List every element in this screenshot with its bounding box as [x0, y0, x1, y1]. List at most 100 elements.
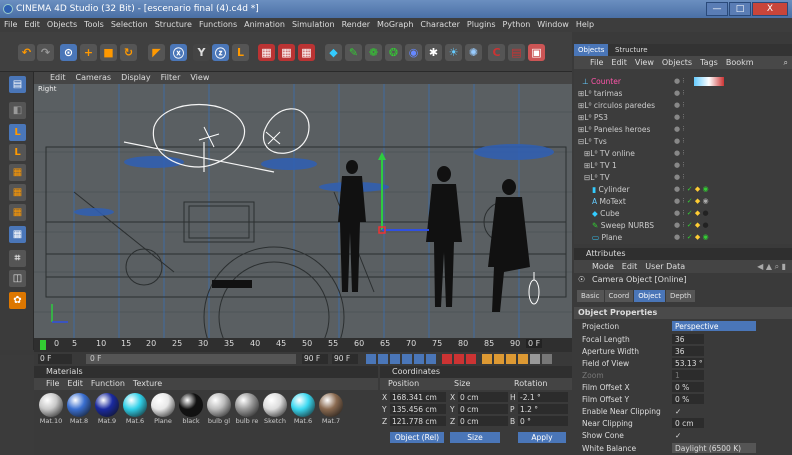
environment-icon[interactable]: ✱	[425, 44, 442, 61]
size-y-field[interactable]: 0 cm	[458, 404, 508, 414]
material-swatch[interactable]: Mat.6	[122, 393, 148, 427]
size-mode-dropdown[interactable]: Size	[450, 432, 500, 443]
aperture-width-field[interactable]: 36	[672, 346, 704, 356]
tab-coord[interactable]: Coord	[604, 290, 634, 302]
end-frame-field[interactable]: 90 F	[302, 354, 328, 364]
attributes-menu-user-data[interactable]: User Data	[645, 260, 685, 273]
light-icon[interactable]: ✺	[465, 44, 482, 61]
nurbs-icon[interactable]: ❁	[365, 44, 382, 61]
objects-menu-view[interactable]: View	[635, 56, 654, 69]
apply-button[interactable]: Apply	[518, 432, 566, 443]
record-icon[interactable]	[442, 354, 452, 364]
undo-icon[interactable]: ↶	[18, 44, 35, 61]
visibility-dots[interactable]: ● ⁝ ✓ ◆ ●	[674, 208, 709, 219]
material-swatch[interactable]: Mat.9	[94, 393, 120, 427]
object-row[interactable]: ▭ Plane ● ⁝ ✓ ◆ ◉	[574, 232, 792, 243]
object-row[interactable]: ▮ Cylinder ● ⁝ ✓ ◆ ◉	[574, 184, 792, 195]
object-axis-icon[interactable]: L	[9, 124, 26, 141]
snap-icon[interactable]: ⌗	[9, 250, 26, 267]
white-balance-dropdown[interactable]: Daylight (6500 K)	[672, 443, 756, 453]
menu-selection[interactable]: Selection	[111, 18, 148, 32]
objects-menu-tags[interactable]: Tags	[700, 56, 718, 69]
menu-plugins[interactable]: Plugins	[467, 18, 496, 32]
keyframe-selection-icon[interactable]	[466, 354, 476, 364]
material-swatch[interactable]: bulb gl	[206, 393, 232, 427]
material-swatch[interactable]: black	[178, 393, 204, 427]
go-to-end-icon[interactable]	[426, 354, 436, 364]
menu-character[interactable]: Character	[420, 18, 460, 32]
material-swatch[interactable]: Plane	[150, 393, 176, 427]
scale-icon[interactable]: ■	[100, 44, 117, 61]
make-editable-icon[interactable]: ▤	[9, 76, 26, 93]
position-key-icon[interactable]	[482, 354, 492, 364]
texture-mode-icon[interactable]: L	[9, 144, 26, 161]
rotate-icon[interactable]: ↻	[120, 44, 137, 61]
viewport-menu-edit[interactable]: Edit	[50, 72, 66, 84]
visibility-dots[interactable]: ● ⁝	[674, 124, 685, 135]
3d-viewport[interactable]: Edit Cameras Display Filter View Right	[34, 72, 572, 338]
tab-structure[interactable]: Structure	[611, 44, 652, 56]
render-view-icon[interactable]: ▦	[258, 44, 275, 61]
object-row[interactable]: A MoText ● ⁝ ✓ ◆ ◉	[574, 196, 792, 207]
visibility-dots[interactable]: ● ⁝	[674, 112, 685, 123]
previous-key-icon[interactable]	[378, 354, 388, 364]
materials-menu-function[interactable]: Function	[91, 378, 125, 390]
tab-depth[interactable]: Depth	[666, 290, 696, 302]
viewport-menu-filter[interactable]: Filter	[161, 72, 181, 84]
object-row[interactable]: ⊟L⁰ Tvs ● ⁝	[574, 136, 792, 147]
visibility-dots[interactable]: ● ⁝	[674, 136, 685, 147]
animation-mode-icon[interactable]: ◫	[9, 270, 26, 287]
model-mode-icon[interactable]: ◧	[9, 102, 26, 119]
size-z-field[interactable]: 0 cm	[458, 416, 508, 426]
tab-object[interactable]: Object	[634, 290, 666, 302]
object-row[interactable]: ⊞L⁰ PS3 ● ⁝	[574, 112, 792, 123]
rotation-key-icon[interactable]	[506, 354, 516, 364]
sketch-tool-icon[interactable]: Ϲ	[488, 44, 505, 61]
objects-menu-bookmarks[interactable]: Bookm	[726, 56, 754, 69]
object-row[interactable]: ⊞L⁰ Paneles heroes ● ⁝	[574, 124, 792, 135]
object-row[interactable]: ⊟L⁰ TV ● ⁝	[574, 172, 792, 183]
projection-dropdown[interactable]: Perspective	[672, 321, 756, 331]
rotation-p-field[interactable]: 1.2 °	[518, 404, 568, 414]
autokey-icon[interactable]	[454, 354, 464, 364]
current-frame-field[interactable]: 0 F	[38, 354, 72, 364]
object-row[interactable]: ◆ Cube ● ⁝ ✓ ◆ ●	[574, 208, 792, 219]
parameter-key-icon[interactable]	[518, 354, 528, 364]
object-row[interactable]: ⊥ Counter ● ⁝	[574, 76, 792, 87]
position-x-field[interactable]: 168.341 cm	[390, 392, 446, 402]
points-mode-icon[interactable]: ▦	[9, 184, 26, 201]
x-axis-icon[interactable]: ⓧ	[170, 44, 187, 61]
menu-tools[interactable]: Tools	[84, 18, 104, 32]
field-of-view-field[interactable]: 53.13 °	[672, 358, 704, 368]
sculpt-icon[interactable]: ✿	[9, 292, 26, 309]
focal-length-field[interactable]: 36	[672, 334, 704, 344]
menu-functions[interactable]: Functions	[199, 18, 237, 32]
attributes-menu-mode[interactable]: Mode	[592, 260, 614, 273]
visibility-dots[interactable]: ● ⁝	[674, 100, 685, 111]
viewport-menu-view[interactable]: View	[190, 72, 209, 84]
layout-icon[interactable]: ▣	[528, 44, 545, 61]
menu-help[interactable]: Help	[576, 18, 594, 32]
menu-render[interactable]: Render	[342, 18, 370, 32]
search-icon[interactable]: ⌕	[784, 56, 788, 69]
floor-icon[interactable]: ▤	[508, 44, 525, 61]
next-frame-icon[interactable]	[414, 354, 424, 364]
menu-mograph[interactable]: MoGraph	[377, 18, 413, 32]
object-row[interactable]: ⊞L⁰ tarimas ● ⁝	[574, 88, 792, 99]
menu-edit[interactable]: Edit	[24, 18, 40, 32]
tab-basic[interactable]: Basic	[577, 290, 604, 302]
frame-range-slider[interactable]: 0 F	[86, 354, 296, 364]
coordinate-system-icon[interactable]: L	[232, 44, 249, 61]
z-axis-icon[interactable]: ⓩ	[212, 44, 229, 61]
timeline-options-icon[interactable]	[542, 354, 552, 364]
move-icon[interactable]: +	[80, 44, 97, 61]
materials-menu-texture[interactable]: Texture	[133, 378, 162, 390]
menu-file[interactable]: File	[4, 18, 17, 32]
preview-end-field[interactable]: 90 F	[332, 354, 358, 364]
material-swatch[interactable]: Mat.7	[318, 393, 344, 427]
close-button[interactable]: X	[752, 2, 788, 16]
objects-menu-file[interactable]: File	[590, 56, 603, 69]
menu-python[interactable]: Python	[503, 18, 531, 32]
objects-menu-objects[interactable]: Objects	[662, 56, 692, 69]
timeline-playhead[interactable]	[40, 340, 46, 350]
